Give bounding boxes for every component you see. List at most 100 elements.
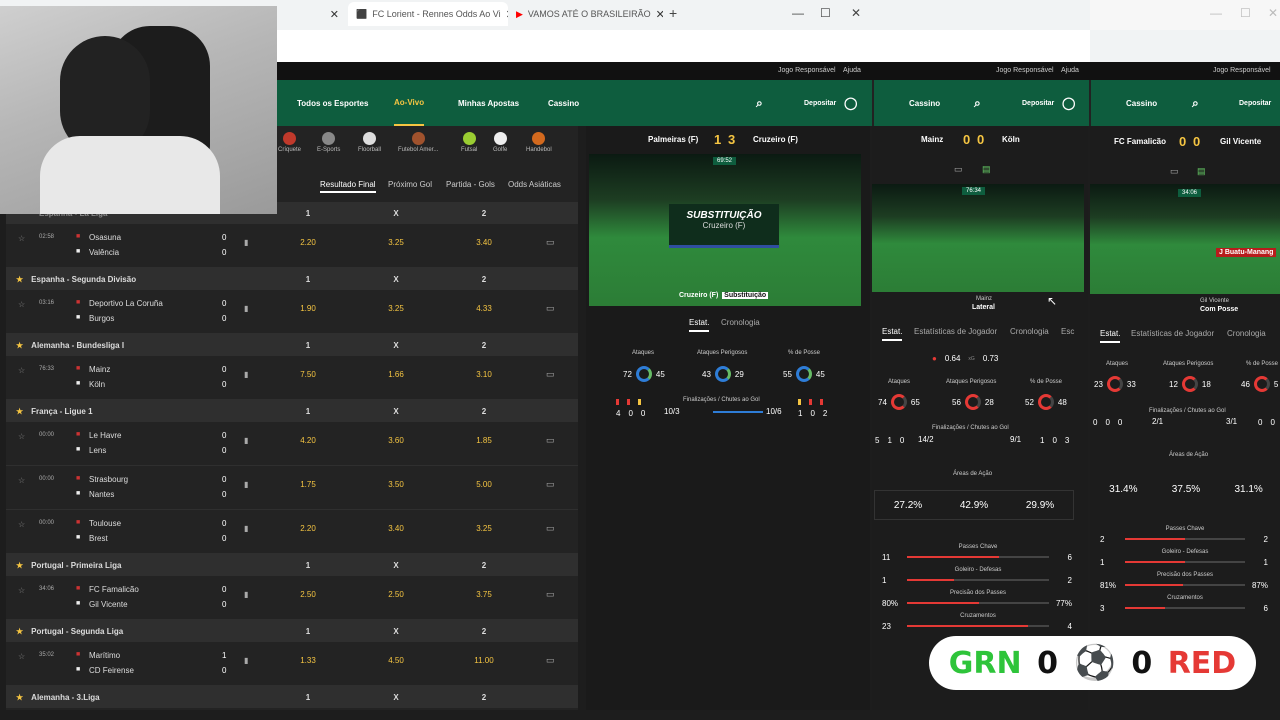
tab-timeline[interactable]: Cronologia — [1010, 327, 1049, 336]
tracker-icon[interactable]: ▤ — [982, 164, 991, 175]
stats-icon[interactable]: ▮ — [244, 304, 248, 313]
odds-away[interactable]: 11.00 — [464, 656, 504, 665]
league-header[interactable]: ★ Alemanha - Bundesliga I 1 X 2 — [6, 334, 578, 356]
stats-icon[interactable]: ▮ — [244, 480, 248, 489]
nav-casino-2[interactable]: Cassino — [909, 80, 940, 126]
league-header[interactable]: ★ Portugal - Segunda Liga 1 X 2 — [6, 620, 578, 642]
tab-lineups[interactable]: Esc — [1061, 327, 1074, 336]
home-team[interactable]: Osasuna — [89, 233, 121, 242]
away-team[interactable]: Lens — [89, 446, 106, 455]
stats-icon[interactable]: ▮ — [244, 370, 248, 379]
league-header[interactable]: ★ França - Ligue 1 1 X 2 — [6, 400, 578, 422]
sport-golf[interactable]: Golfe — [493, 132, 507, 153]
odds-home[interactable]: 1.75 — [288, 480, 328, 489]
odds-home[interactable]: 2.20 — [288, 524, 328, 533]
help-link-2[interactable]: Ajuda — [1061, 67, 1079, 74]
sport-futsal[interactable]: Futsal — [461, 132, 477, 153]
odds-draw[interactable]: 3.40 — [376, 524, 416, 533]
odds-draw[interactable]: 3.60 — [376, 436, 416, 445]
nav-all-sports[interactable]: Todos os Esportes — [297, 80, 368, 126]
favorite-star-icon[interactable]: ☆ — [18, 366, 25, 375]
odds-home[interactable]: 2.50 — [288, 590, 328, 599]
odds-away[interactable]: 3.40 — [464, 238, 504, 247]
odds-away[interactable]: 3.25 — [464, 524, 504, 533]
sport-cricket[interactable]: Críquete — [278, 132, 301, 153]
away-team[interactable]: CD Feirense — [89, 666, 134, 675]
odds-draw[interactable]: 1.66 — [376, 370, 416, 379]
home-team[interactable]: Le Havre — [89, 431, 121, 440]
home-team[interactable]: Deportivo La Coruña — [89, 299, 163, 308]
responsible-gaming-link-3[interactable]: Jogo Responsável — [1213, 67, 1271, 74]
away-team[interactable]: Köln — [89, 380, 105, 389]
address-bar[interactable] — [276, 30, 1090, 62]
stats-icon[interactable]: ▮ — [244, 238, 248, 247]
match-row[interactable]: ☆ 00:00 ■ Le Havre ■ Lens 0 0 ▮ 4.20 3.60 1.85 ▭ — [6, 422, 578, 466]
close-window-button-2[interactable]: ✕ — [1268, 6, 1278, 20]
video-icon[interactable]: ▭ — [546, 479, 555, 490]
minimize-button[interactable]: — — [792, 6, 804, 20]
league-header[interactable]: ★ Alemanha - 3.Liga 1 X 2 — [6, 686, 578, 708]
match-row[interactable]: ☆ 00:00 ■ Toulouse ■ Brest 0 0 ▮ 2.20 3.40 3.25 ▭ — [6, 510, 578, 554]
minimize-button-2[interactable]: — — [1210, 6, 1222, 20]
tab-stats[interactable]: Estat. — [689, 318, 710, 332]
nav-casino-3[interactable]: Cassino — [1126, 80, 1157, 126]
market-tab-asian-odds[interactable]: Odds Asiáticas — [508, 180, 561, 189]
browser-tab-youtube[interactable]: ▶ VAMOS ATÉ O BRASILEIRÃO ✕ — [508, 2, 663, 26]
favorite-star-icon[interactable]: ★ — [16, 341, 23, 350]
favorite-star-icon[interactable]: ☆ — [18, 476, 25, 485]
video-icon[interactable]: ▭ — [546, 523, 555, 534]
tab-stats[interactable]: Estat. — [882, 327, 903, 341]
favorite-star-icon[interactable]: ★ — [16, 627, 23, 636]
odds-away[interactable]: 3.75 — [464, 590, 504, 599]
match-row[interactable]: ☆ 03:16 ■ Deportivo La Coruña ■ Burgos 0 0 ▮ 1.90… — [6, 290, 578, 334]
odds-draw[interactable]: 3.25 — [376, 304, 416, 313]
new-tab-button[interactable]: + — [669, 5, 677, 21]
odds-home[interactable]: 1.33 — [288, 656, 328, 665]
away-team[interactable]: Burgos — [89, 314, 114, 323]
sport-esports[interactable]: E-Sports — [317, 132, 340, 153]
video-icon[interactable]: ▭ — [546, 369, 555, 380]
home-team[interactable]: Strasbourg — [89, 475, 128, 484]
stats-icon[interactable]: ▮ — [244, 590, 248, 599]
away-team[interactable]: Nantes — [89, 490, 114, 499]
league-header[interactable]: ★ Portugal - Primeira Liga 1 X 2 — [6, 554, 578, 576]
deposit-button-3[interactable]: Depositar — [1239, 80, 1271, 126]
stats-icon[interactable]: ▮ — [244, 524, 248, 533]
market-tab-next-goal[interactable]: Próximo Gol — [388, 180, 432, 189]
away-team[interactable]: Brest — [89, 534, 108, 543]
tab-timeline[interactable]: Cronologia — [721, 318, 760, 327]
odds-home[interactable]: 1.90 — [288, 304, 328, 313]
video-icon[interactable]: ▭ — [1170, 166, 1179, 177]
close-window-button[interactable]: ✕ — [851, 6, 861, 20]
favorite-star-icon[interactable]: ☆ — [18, 652, 25, 661]
match-row[interactable]: ☆ 00:00 ■ Strasbourg ■ Nantes 0 0 ▮ 1.75 3.50 5.00 ▭ — [6, 466, 578, 510]
close-tab-icon[interactable]: ✕ — [656, 8, 663, 21]
odds-away[interactable]: 5.00 — [464, 480, 504, 489]
video-icon[interactable]: ▭ — [546, 435, 555, 446]
video-icon[interactable]: ▭ — [546, 237, 555, 248]
stats-icon[interactable]: ▮ — [244, 436, 248, 445]
tab-player-stats[interactable]: Estatísticas de Jogador — [1131, 329, 1214, 338]
tab-timeline[interactable]: Cronologia — [1227, 329, 1266, 338]
home-team[interactable]: FC Famalicão — [89, 585, 139, 594]
browser-tab-partial[interactable]: ✕ — [277, 2, 347, 26]
favorite-star-icon[interactable]: ☆ — [18, 432, 25, 441]
match-row[interactable]: ☆ 34:06 ■ FC Famalicão ■ Gil Vicente 0 0 ▮ 2.50 2.… — [6, 576, 578, 620]
odds-home[interactable]: 4.20 — [288, 436, 328, 445]
nav-my-bets[interactable]: Minhas Apostas — [458, 80, 519, 126]
maximize-button[interactable]: ☐ — [820, 6, 831, 20]
tab-player-stats[interactable]: Estatísticas de Jogador — [914, 327, 997, 336]
favorite-star-icon[interactable]: ☆ — [18, 586, 25, 595]
favorite-star-icon[interactable]: ★ — [16, 275, 23, 284]
favorite-star-icon[interactable]: ★ — [16, 407, 23, 416]
home-team[interactable]: Toulouse — [89, 519, 121, 528]
match-row[interactable]: ☆ 76:33 ■ Mainz ■ Köln 0 0 ▮ 7.50 1.66 3.10 ▭ — [6, 356, 578, 400]
nav-casino[interactable]: Cassino — [548, 80, 579, 126]
search-icon-2[interactable]: ⌕ — [974, 80, 981, 126]
league-header[interactable]: ★ Espanha - Segunda Divisão 1 X 2 — [6, 268, 578, 290]
video-icon[interactable]: ▭ — [546, 655, 555, 666]
odds-draw[interactable]: 3.50 — [376, 480, 416, 489]
odds-draw[interactable]: 3.25 — [376, 238, 416, 247]
match-row[interactable]: ☆ 35:02 ■ Marítimo ■ CD Feirense 1 0 ▮ 1.33 4.50 11… — [6, 642, 578, 686]
favorite-star-icon[interactable]: ★ — [16, 693, 23, 702]
